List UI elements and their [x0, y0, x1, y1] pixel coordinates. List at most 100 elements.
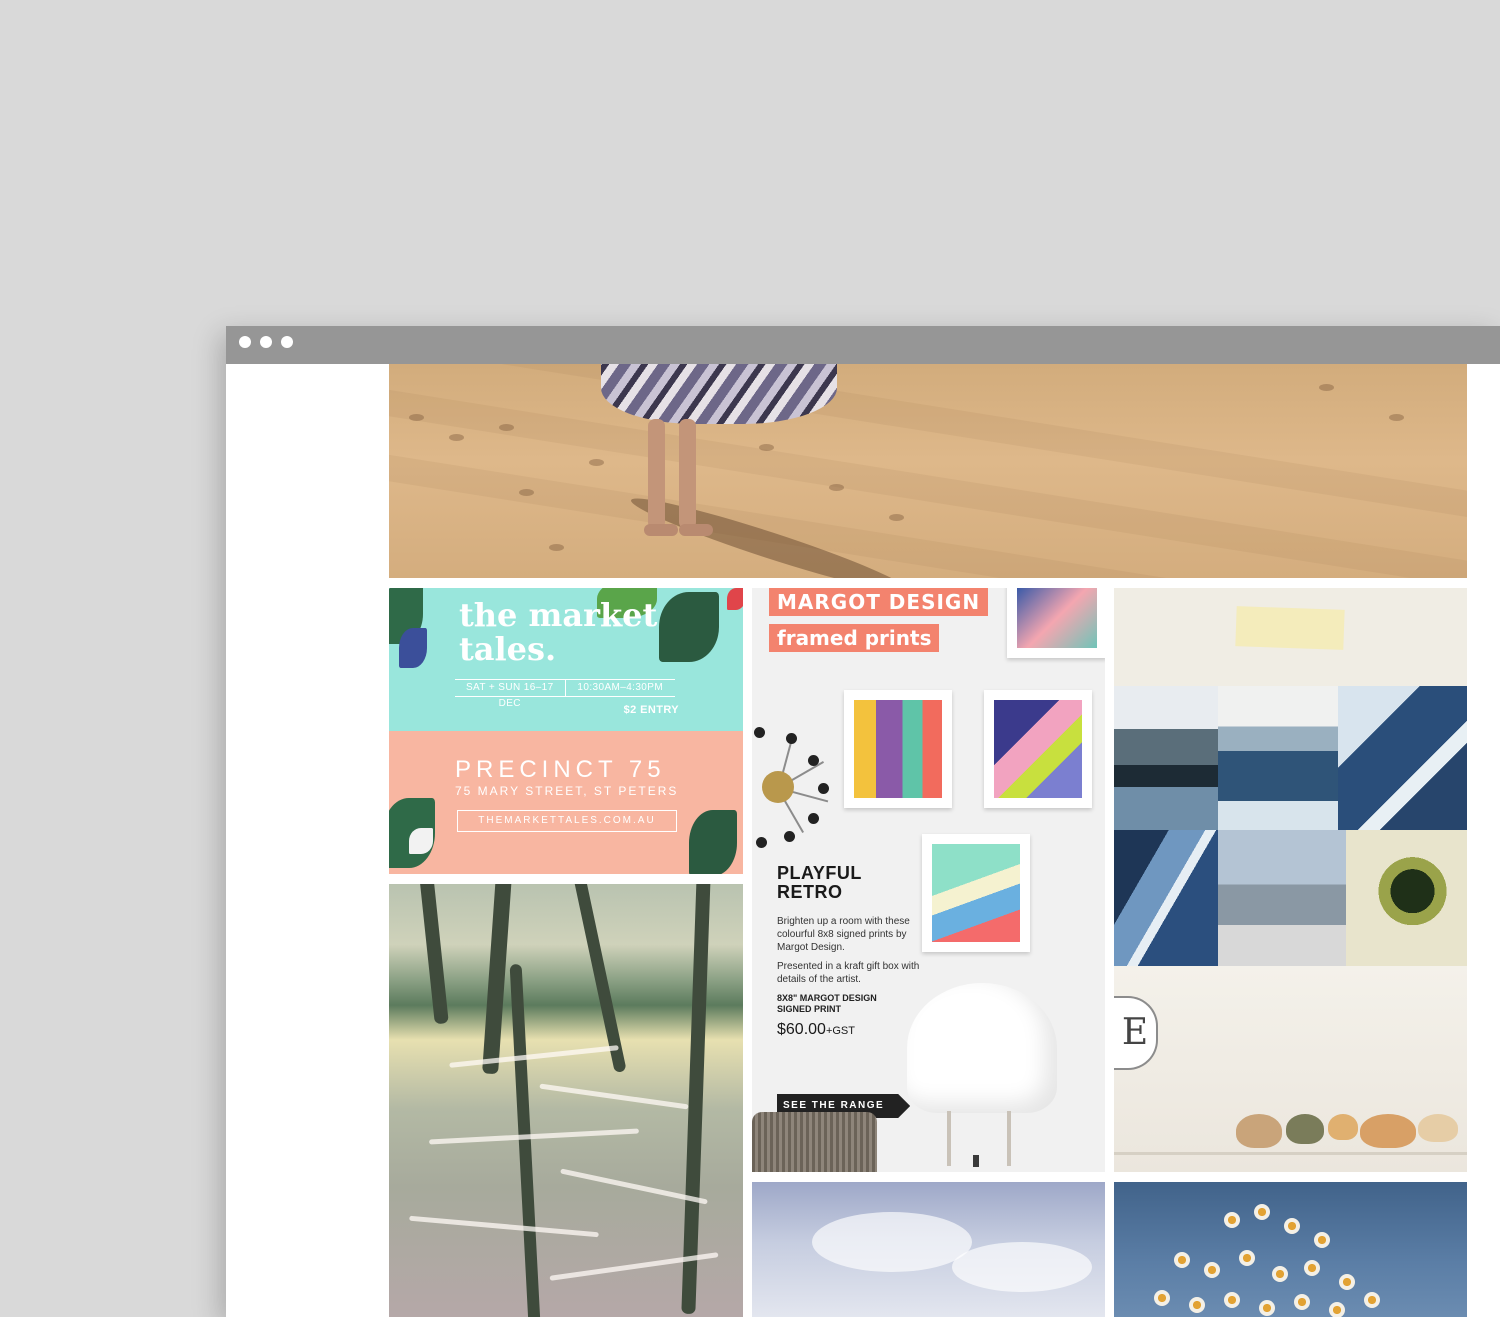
- shell-shelf-photo: E: [1114, 966, 1467, 1172]
- daisy-icon: [1304, 1260, 1320, 1276]
- daisy-icon: [1272, 1266, 1288, 1282]
- daisy-icon: [1364, 1292, 1380, 1308]
- framed-print: [922, 834, 1030, 952]
- tree-trunk: [509, 963, 541, 1317]
- river-foam: [409, 1215, 599, 1238]
- pebble-beach-photo: [1218, 830, 1346, 966]
- rock-pool-photo: [1346, 830, 1467, 966]
- daisy-icon: [1314, 1232, 1330, 1248]
- daisy-icon: [1154, 1290, 1170, 1306]
- shell-icon: [1286, 1114, 1324, 1144]
- daisy-icon: [1239, 1250, 1255, 1266]
- browser-window: the market tales. SAT + SUN 16–17 DEC 10…: [226, 326, 1500, 1317]
- window-maximize-dot[interactable]: [281, 336, 293, 348]
- tree-trunk: [419, 884, 449, 1025]
- window-minimize-dot[interactable]: [260, 336, 272, 348]
- frangipani-icon: [409, 828, 433, 854]
- wave-photo: [1114, 830, 1218, 966]
- product-label-line: SIGNED PRINT: [777, 1004, 842, 1014]
- product-price: $60.00+GST: [777, 1021, 917, 1039]
- market-address: 75 MARY STREET, ST PETERS: [455, 784, 679, 798]
- market-url: THEMARKETTALES.COM.AU: [457, 810, 677, 832]
- ocean-photo: [1218, 686, 1338, 830]
- framed-print: [844, 690, 952, 808]
- daisy-icon: [1294, 1294, 1310, 1310]
- ball-clock-icon: [752, 719, 852, 849]
- market-title: the market tales.: [459, 596, 658, 668]
- footprint: [589, 459, 604, 466]
- price-suffix: +GST: [825, 1025, 855, 1037]
- daisy-icon: [1204, 1262, 1220, 1278]
- cloud: [812, 1212, 972, 1272]
- foot: [644, 524, 678, 536]
- coastal-collage-photo[interactable]: E: [1114, 588, 1467, 1172]
- margot-badge: MARGOT DESIGN: [769, 588, 989, 616]
- daisy-icon: [1329, 1302, 1345, 1317]
- footprint: [759, 444, 774, 451]
- framed-print: [1007, 588, 1105, 658]
- shell-icon: [1236, 1114, 1282, 1148]
- daisy-bouquet-photo[interactable]: [1114, 1182, 1467, 1317]
- watercolor-painting[interactable]: [389, 884, 743, 1317]
- river-foam: [449, 1045, 619, 1068]
- daisy-icon: [1224, 1212, 1240, 1228]
- margot-paragraph: Brighten up a room with these colourful …: [777, 916, 910, 953]
- e-plaque: E: [1114, 996, 1158, 1070]
- margot-heading-line: RETRO: [777, 882, 843, 902]
- footprint: [519, 489, 534, 496]
- white-chair: [907, 983, 1057, 1168]
- river-foam: [539, 1083, 689, 1110]
- tropical-flower-icon: [727, 588, 743, 610]
- tree-trunk: [482, 884, 512, 1075]
- framed-prints-badge: framed prints: [769, 624, 940, 652]
- cliff-photo: [1114, 686, 1218, 830]
- footprint: [549, 544, 564, 551]
- footprint: [889, 514, 904, 521]
- fern-leaf-icon: [689, 810, 737, 874]
- tree-trunk: [573, 884, 627, 1074]
- footprint: [829, 484, 844, 491]
- shell-icon: [1418, 1114, 1458, 1142]
- daisy-icon: [1174, 1252, 1190, 1268]
- framed-print: [984, 690, 1092, 808]
- daisy-icon: [1259, 1300, 1275, 1316]
- daisy-icon: [1284, 1218, 1300, 1234]
- beach-hero-photo[interactable]: [389, 364, 1467, 578]
- market-date-bar: SAT + SUN 16–17 DEC 10:30AM–4:30PM: [455, 679, 675, 709]
- margot-heading-line: PLAYFUL: [777, 863, 862, 883]
- woven-basket: [752, 1112, 877, 1172]
- daisy-icon: [1254, 1204, 1270, 1220]
- shell-icon: [1360, 1114, 1416, 1148]
- daisy-icon: [1224, 1292, 1240, 1308]
- shelf-edge: [1114, 1152, 1467, 1155]
- margot-paragraph: Presented in a kraft gift box with detai…: [777, 961, 920, 985]
- market-venue: PRECINCT 75: [455, 756, 666, 783]
- surf-photo: [1338, 686, 1467, 830]
- margot-design-ad[interactable]: MARGOT DESIGN framed prints PLAYFUL RETR…: [752, 588, 1105, 1172]
- footprint: [409, 414, 424, 421]
- market-tales-poster[interactable]: the market tales. SAT + SUN 16–17 DEC 10…: [389, 588, 743, 874]
- tropical-flower-icon: [399, 628, 427, 668]
- footprint: [499, 424, 514, 431]
- sky-photo[interactable]: [752, 1182, 1105, 1317]
- tree-trunk: [681, 884, 711, 1315]
- cloud: [952, 1242, 1092, 1292]
- washi-tape: [1235, 606, 1345, 650]
- daisy-icon: [1339, 1274, 1355, 1290]
- leg: [679, 419, 696, 529]
- window-close-dot[interactable]: [239, 336, 251, 348]
- river-foam: [429, 1128, 639, 1145]
- margot-heading: PLAYFUL RETRO: [777, 864, 907, 902]
- footprint: [449, 434, 464, 441]
- leg: [648, 419, 665, 529]
- foot: [679, 524, 713, 536]
- market-time: 10:30AM–4:30PM: [577, 682, 664, 693]
- market-date: SAT + SUN 16–17 DEC: [455, 680, 566, 709]
- product-label-line: 8X8" MARGOT DESIGN: [777, 993, 877, 1003]
- browser-titlebar: [226, 326, 1500, 364]
- shell-icon: [1328, 1114, 1358, 1140]
- daisy-icon: [1189, 1297, 1205, 1313]
- patterned-skirt: [601, 364, 837, 424]
- market-entry-fee: $2 ENTRY: [623, 704, 679, 716]
- footprint: [1319, 384, 1334, 391]
